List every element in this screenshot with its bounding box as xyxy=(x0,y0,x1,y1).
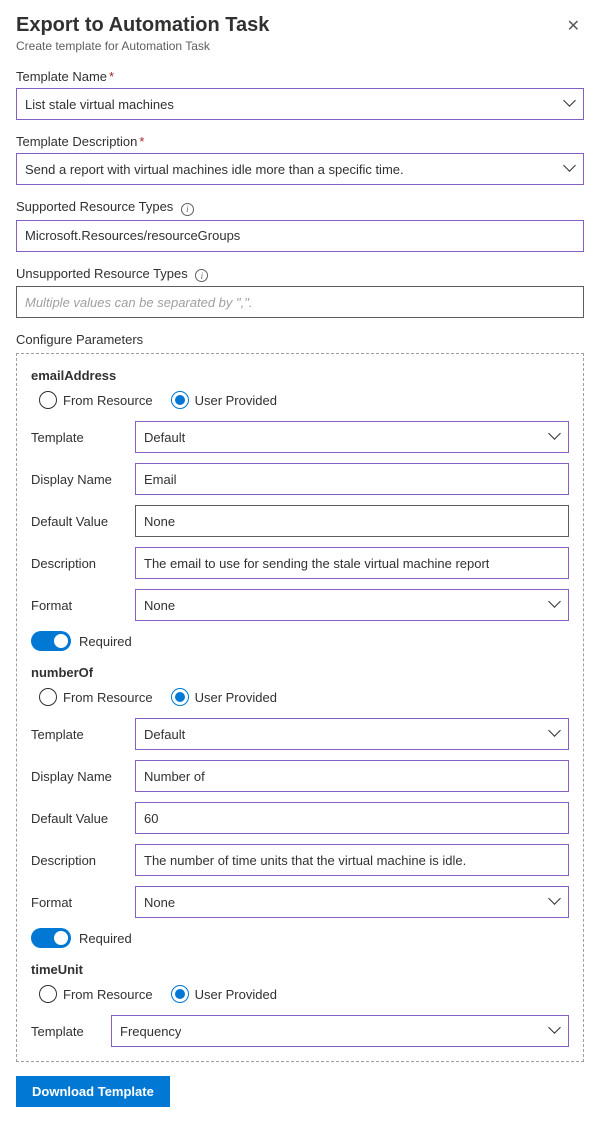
close-icon[interactable]: ✕ xyxy=(563,14,584,38)
row-label-format: Format xyxy=(31,598,135,613)
email-default-value-input[interactable]: None xyxy=(135,505,569,537)
numberof-default-value-input[interactable]: 60 xyxy=(135,802,569,834)
supported-types-label: Supported Resource Types i xyxy=(16,199,584,216)
radio-from-resource[interactable]: From Resource xyxy=(39,391,153,409)
required-asterisk-icon: * xyxy=(109,69,114,84)
numberof-format-select[interactable]: None xyxy=(135,886,569,918)
required-toggle-label: Required xyxy=(79,634,132,649)
numberof-description-input[interactable]: The number of time units that the virtua… xyxy=(135,844,569,876)
numberof-display-name-input[interactable]: Number of xyxy=(135,760,569,792)
template-description-label: Template Description* xyxy=(16,134,584,149)
row-label-display-name: Display Name xyxy=(31,472,135,487)
numberof-template-select[interactable]: Default xyxy=(135,718,569,750)
download-template-button[interactable]: Download Template xyxy=(16,1076,170,1107)
row-label-format: Format xyxy=(31,895,135,910)
chevron-down-icon xyxy=(565,99,575,109)
numberof-required-toggle[interactable] xyxy=(31,928,71,948)
param-heading-timeunit: timeUnit xyxy=(31,962,569,977)
template-name-input[interactable]: List stale virtual machines xyxy=(16,88,584,120)
row-label-default-value: Default Value xyxy=(31,811,135,826)
param-heading-emailaddress: emailAddress xyxy=(31,368,569,383)
chevron-down-icon xyxy=(550,897,560,907)
chevron-down-icon xyxy=(565,164,575,174)
row-label-description: Description xyxy=(31,556,135,571)
info-icon[interactable]: i xyxy=(181,203,194,216)
radio-from-resource[interactable]: From Resource xyxy=(39,688,153,706)
configure-parameters-heading: Configure Parameters xyxy=(16,332,584,347)
supported-types-input[interactable]: Microsoft.Resources/resourceGroups xyxy=(16,220,584,252)
row-label-template: Template xyxy=(31,1024,111,1039)
email-required-toggle[interactable] xyxy=(31,631,71,651)
email-display-name-input[interactable]: Email xyxy=(135,463,569,495)
template-name-label: Template Name* xyxy=(16,69,584,84)
parameters-container: emailAddress From Resource User Provided… xyxy=(16,353,584,1062)
chevron-down-icon xyxy=(550,600,560,610)
radio-from-resource[interactable]: From Resource xyxy=(39,985,153,1003)
row-label-description: Description xyxy=(31,853,135,868)
template-description-input[interactable]: Send a report with virtual machines idle… xyxy=(16,153,584,185)
required-asterisk-icon: * xyxy=(139,134,144,149)
required-toggle-label: Required xyxy=(79,931,132,946)
row-label-template: Template xyxy=(31,430,135,445)
email-format-select[interactable]: None xyxy=(135,589,569,621)
radio-user-provided[interactable]: User Provided xyxy=(171,688,277,706)
radio-user-provided[interactable]: User Provided xyxy=(171,985,277,1003)
unsupported-types-label: Unsupported Resource Types i xyxy=(16,266,584,283)
chevron-down-icon xyxy=(550,1026,560,1036)
unsupported-types-input[interactable]: Multiple values can be separated by ",". xyxy=(16,286,584,318)
email-description-input[interactable]: The email to use for sending the stale v… xyxy=(135,547,569,579)
chevron-down-icon xyxy=(550,729,560,739)
panel-subtitle: Create template for Automation Task xyxy=(16,39,269,53)
panel-title: Export to Automation Task xyxy=(16,14,269,37)
param-heading-numberof: numberOf xyxy=(31,665,569,680)
timeunit-template-select[interactable]: Frequency xyxy=(111,1015,569,1047)
row-label-template: Template xyxy=(31,727,135,742)
row-label-default-value: Default Value xyxy=(31,514,135,529)
radio-user-provided[interactable]: User Provided xyxy=(171,391,277,409)
row-label-display-name: Display Name xyxy=(31,769,135,784)
chevron-down-icon xyxy=(550,432,560,442)
info-icon[interactable]: i xyxy=(195,269,208,282)
email-template-select[interactable]: Default xyxy=(135,421,569,453)
